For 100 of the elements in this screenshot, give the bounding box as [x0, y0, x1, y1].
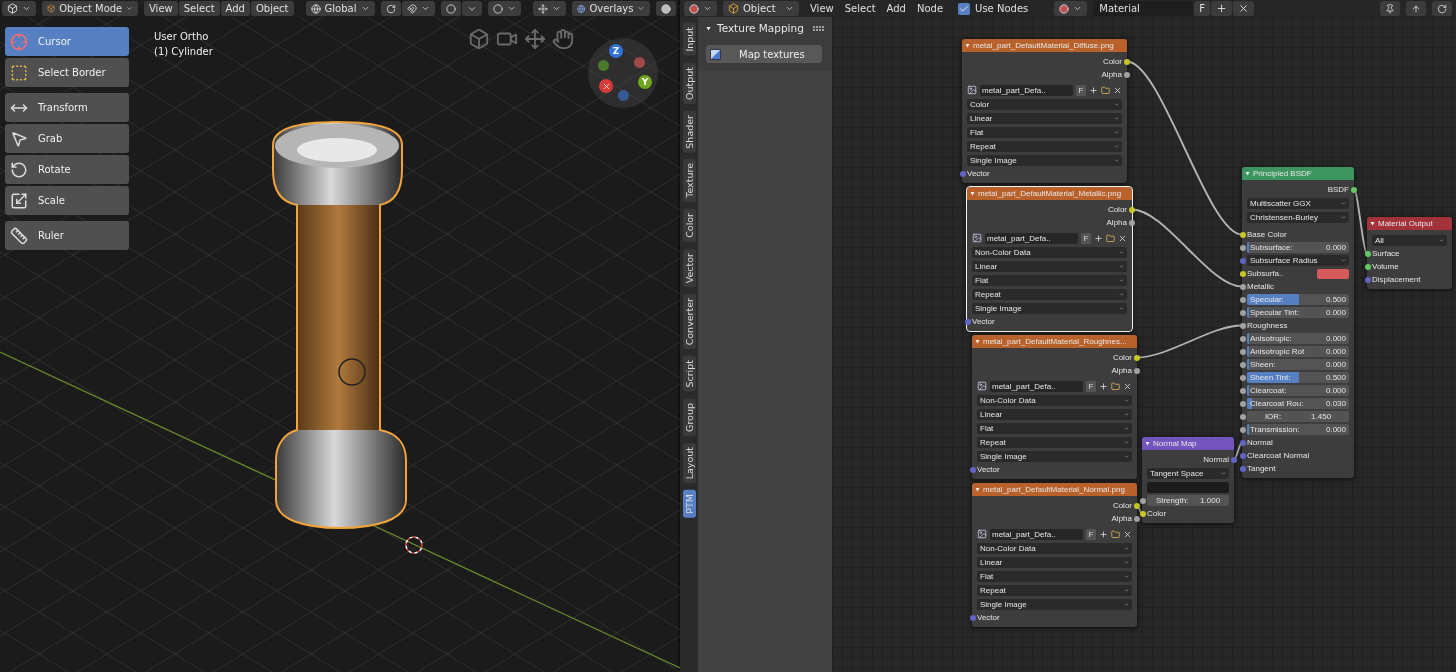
value-slider[interactable]: Anisotropic: 0.000 [1247, 333, 1349, 344]
dropdown[interactable]: Repeat [977, 436, 1132, 448]
menu-button[interactable]: View [805, 1, 839, 16]
input-socket[interactable] [969, 466, 976, 473]
uv-map-field[interactable] [1147, 481, 1229, 493]
menu-button[interactable]: Add [881, 1, 911, 16]
input-socket[interactable] [959, 170, 966, 177]
input-socket[interactable] [1239, 244, 1246, 251]
fake-user-button[interactable]: F [1086, 380, 1096, 392]
input-socket[interactable] [1239, 413, 1246, 420]
node-header[interactable]: metal_part_DefaultMaterial_Metallic.png [967, 187, 1132, 200]
3d-cursor-icon[interactable] [404, 535, 424, 555]
dropdown[interactable]: Tangent Space [1147, 467, 1229, 479]
sidebar-tab[interactable]: Script [682, 356, 696, 393]
node[interactable]: Normal Map Normal Tangent Space Strength: 1.000 Color [1142, 437, 1234, 523]
image-icon[interactable] [977, 529, 987, 539]
visibility-button[interactable] [488, 1, 521, 16]
node[interactable]: Material Output All Surface Volume Displacement [1367, 217, 1452, 289]
folder-icon[interactable] [1111, 381, 1120, 391]
output-socket[interactable] [1123, 71, 1130, 78]
dropdown[interactable]: Linear [977, 556, 1132, 568]
menu-button[interactable]: Object [250, 1, 294, 16]
input-socket[interactable] [1239, 335, 1246, 342]
menu-button[interactable]: Select [178, 1, 220, 16]
node[interactable]: metal_part_DefaultMaterial_Metallic.png Color Alpha metal_part_Defa.. F Non-Color Data Linear Flat Repeat Single Image Vector [967, 187, 1132, 331]
input-socket[interactable] [1239, 387, 1246, 394]
editor-type-button[interactable] [2, 1, 36, 16]
input-socket[interactable] [1239, 309, 1246, 316]
sidebar-tab[interactable]: Vector [682, 248, 696, 288]
menu-button[interactable]: Select [839, 1, 881, 16]
input-socket[interactable] [1239, 374, 1246, 381]
node-header[interactable]: Normal Map [1142, 437, 1234, 450]
output-socket[interactable] [1128, 206, 1135, 213]
dropdown[interactable]: Single Image [977, 450, 1132, 462]
panel-header[interactable]: Texture Mapping [698, 17, 832, 39]
sidebar-tab[interactable]: Texture [682, 159, 696, 203]
menu-button[interactable]: Add [220, 1, 250, 16]
input-socket[interactable] [969, 614, 976, 621]
collapse-triangle-icon[interactable] [1145, 441, 1150, 446]
node-header[interactable]: metal_part_DefaultMaterial_Normal.png [972, 483, 1137, 496]
dropdown[interactable]: Linear [967, 112, 1122, 124]
editor-type-button[interactable] [684, 1, 717, 16]
input-socket[interactable] [1139, 510, 1146, 517]
parent-button[interactable] [1406, 1, 1426, 16]
output-socket[interactable] [1133, 367, 1140, 374]
output-socket[interactable] [1133, 354, 1140, 361]
add-icon[interactable] [1089, 85, 1098, 95]
tool-button[interactable]: Rotate [5, 155, 129, 184]
shading-button[interactable] [656, 1, 676, 16]
overlays-dropdown[interactable]: Overlays [572, 1, 650, 16]
sidebar-tab[interactable]: Group [682, 399, 696, 436]
close-icon[interactable] [1123, 381, 1132, 391]
pivot-button[interactable] [381, 1, 401, 16]
proportional-button[interactable] [441, 1, 461, 16]
close-icon[interactable] [1113, 85, 1122, 95]
input-socket[interactable] [1239, 452, 1246, 459]
tool-button[interactable]: Ruler [5, 221, 129, 250]
value-slider[interactable]: Specular: 0.500 [1247, 294, 1349, 305]
dropdown[interactable]: Flat [977, 422, 1132, 434]
dropdown[interactable]: Flat [972, 274, 1127, 286]
dropdown[interactable]: Non-Color Data [972, 246, 1127, 258]
input-socket[interactable] [964, 318, 971, 325]
output-socket[interactable] [1123, 58, 1130, 65]
value-slider[interactable]: Anisotropic Rot 0.000 [1247, 346, 1349, 357]
node[interactable] [1242, 167, 1354, 478]
value-slider[interactable]: Transmission: 0.000 [1247, 424, 1349, 435]
close-icon[interactable] [1118, 233, 1127, 243]
sidebar-tab[interactable]: Shader [682, 110, 696, 153]
dropdown[interactable]: Repeat [967, 140, 1122, 152]
input-socket[interactable] [1239, 361, 1246, 368]
hand-icon[interactable] [552, 28, 574, 50]
output-socket[interactable] [1133, 502, 1140, 509]
dropdown[interactable]: Non-Color Data [977, 542, 1132, 554]
value-slider[interactable]: Sheen Tint: 0.500 [1247, 372, 1349, 383]
unlink-button[interactable] [1233, 1, 1254, 16]
value-slider[interactable]: Subsurface: 0.000 [1247, 242, 1349, 253]
input-socket[interactable] [1364, 276, 1371, 283]
dropdown[interactable]: Non-Color Data [977, 394, 1132, 406]
input-socket[interactable] [1239, 348, 1246, 355]
dropdown[interactable]: Repeat [972, 288, 1127, 300]
axis-handle[interactable]: Z [609, 44, 623, 58]
axis-handle[interactable] [634, 57, 645, 68]
orientation-dropdown[interactable]: Global [305, 1, 375, 16]
image-icon[interactable] [967, 85, 977, 95]
dropdown[interactable]: Multiscatter GGX [1247, 197, 1349, 209]
input-socket[interactable] [1239, 283, 1246, 290]
menu-button[interactable]: Node [911, 1, 949, 16]
number-field[interactable]: Strength: 1.000 [1147, 495, 1229, 506]
collapse-triangle-icon[interactable] [1370, 221, 1375, 226]
dropdown[interactable]: Linear [977, 408, 1132, 420]
image-name-field[interactable]: metal_part_Defa.. [990, 528, 1083, 540]
fake-user-button[interactable]: F [1086, 528, 1096, 540]
value-slider[interactable]: Sheen: 0.000 [1247, 359, 1349, 370]
input-socket[interactable] [1239, 296, 1246, 303]
pin-button[interactable] [1380, 1, 1400, 16]
node-header[interactable]: metal_part_DefaultMaterial_Roughnes... [972, 335, 1137, 348]
close-icon[interactable] [1123, 529, 1132, 539]
output-socket[interactable] [1230, 456, 1237, 463]
tool-button[interactable]: Grab [5, 124, 129, 153]
dropdown[interactable]: Color [967, 98, 1122, 110]
